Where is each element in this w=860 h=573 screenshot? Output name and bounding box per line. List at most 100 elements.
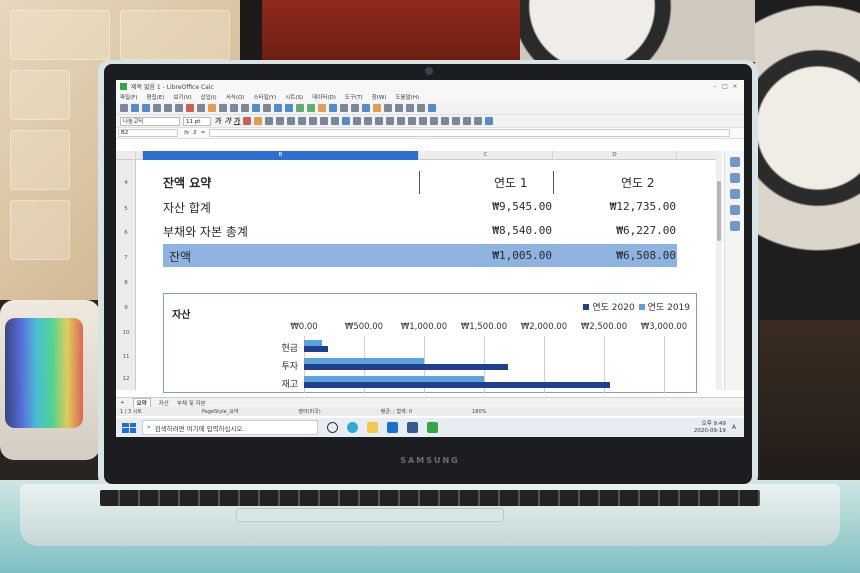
year1-header[interactable]: 연도 1 xyxy=(494,174,528,191)
store-icon[interactable] xyxy=(407,422,418,433)
pivot-table-icon[interactable] xyxy=(340,104,348,112)
minimize-icon[interactable]: – xyxy=(710,83,720,90)
clone-format-icon[interactable] xyxy=(219,104,227,112)
open-icon[interactable] xyxy=(131,104,139,112)
add-decimal-icon[interactable] xyxy=(408,117,417,125)
menu-view[interactable]: 보기(V) xyxy=(173,93,191,101)
function-wizard-icon[interactable]: fx xyxy=(184,130,189,136)
menu-insert[interactable]: 삽입(I) xyxy=(201,93,217,101)
redo-icon[interactable] xyxy=(241,104,249,112)
row-header[interactable]: 7 xyxy=(116,255,136,261)
menu-sheet[interactable]: 시트(S) xyxy=(285,93,303,101)
date-icon[interactable] xyxy=(397,117,406,125)
conditional-icon[interactable] xyxy=(485,117,494,125)
row-value-year1[interactable]: ₩1,005.00 xyxy=(436,249,552,262)
row-value-year2[interactable]: ₩6,508.00 xyxy=(556,249,676,262)
find-replace-icon[interactable] xyxy=(252,104,260,112)
row-label[interactable]: 부채와 자본 총계 xyxy=(163,223,248,240)
define-print-area-icon[interactable] xyxy=(395,104,403,112)
percent-icon[interactable] xyxy=(375,117,384,125)
row-header[interactable]: 8 xyxy=(116,280,136,286)
row-icon[interactable] xyxy=(274,104,282,112)
italic-button[interactable]: 가 xyxy=(224,116,230,126)
chart-icon[interactable] xyxy=(329,104,337,112)
functions-icon[interactable] xyxy=(729,221,740,231)
row-label[interactable]: 잔액 xyxy=(169,248,191,265)
align-middle-icon[interactable] xyxy=(342,117,351,125)
number-icon[interactable] xyxy=(386,117,395,125)
export-pdf-icon[interactable] xyxy=(153,104,161,112)
autofilter-icon[interactable] xyxy=(307,104,315,112)
bar-1-1[interactable] xyxy=(304,358,424,364)
comment-icon[interactable] xyxy=(373,104,381,112)
bold-button[interactable]: 가 xyxy=(215,116,221,126)
zoom-level[interactable]: 180% xyxy=(472,409,486,415)
sheet-grid[interactable]: 잔액 요약 연도 1 연도 2 자산 합계 ₩9,545.00 ₩12,735.… xyxy=(136,160,716,393)
header-footer-icon[interactable] xyxy=(384,104,392,112)
name-box[interactable]: B2 xyxy=(118,129,178,137)
row-value-year1[interactable]: ₩8,540.00 xyxy=(436,224,552,237)
copy-icon[interactable] xyxy=(197,104,205,112)
file-explorer-icon[interactable] xyxy=(367,422,378,433)
assets-chart[interactable]: 자산 연도 2020 연도 2019 ₩0.00 ₩500.00 ₩1,000.00… xyxy=(163,293,697,393)
row-header[interactable]: 11 xyxy=(116,354,136,360)
border-style-icon[interactable] xyxy=(463,117,472,125)
navigator-icon[interactable] xyxy=(729,205,740,215)
scrollbar-thumb[interactable] xyxy=(717,181,721,241)
corner-select[interactable] xyxy=(116,151,136,160)
tab-summary[interactable]: 요약 xyxy=(132,397,151,408)
align-left-icon[interactable] xyxy=(265,117,274,125)
row-value-year2[interactable]: ₩12,735.00 xyxy=(556,200,676,213)
menu-help[interactable]: 도움말(H) xyxy=(396,93,420,101)
align-center-icon[interactable] xyxy=(276,117,285,125)
tab-assets[interactable]: 자산 xyxy=(159,399,169,407)
column-icon[interactable] xyxy=(285,104,293,112)
spelling-icon[interactable] xyxy=(263,104,271,112)
save-icon[interactable] xyxy=(142,104,150,112)
close-icon[interactable]: × xyxy=(730,83,740,90)
row-header[interactable]: 12 xyxy=(116,376,136,382)
underline-button[interactable]: 가 xyxy=(234,116,240,126)
maximize-icon[interactable]: □ xyxy=(720,83,730,90)
menu-file[interactable]: 파일(F) xyxy=(120,93,138,101)
increase-indent-icon[interactable] xyxy=(430,117,439,125)
paste-icon[interactable] xyxy=(208,104,216,112)
menu-format[interactable]: 서식(O) xyxy=(226,93,245,101)
windows-start-icon[interactable] xyxy=(122,422,136,433)
merge-cells-icon[interactable] xyxy=(320,117,329,125)
print-preview-icon[interactable] xyxy=(175,104,183,112)
column-header-d[interactable]: D xyxy=(553,151,677,160)
border-color-icon[interactable] xyxy=(474,117,483,125)
formula-icon[interactable]: = xyxy=(201,130,206,136)
undo-icon[interactable] xyxy=(230,104,238,112)
bar-0-1[interactable] xyxy=(304,340,322,346)
taskbar-search-input[interactable]: ⌕ 검색하려면 여기에 입력하십시오. xyxy=(142,420,318,435)
currency-icon[interactable] xyxy=(364,117,373,125)
freeze-icon[interactable] xyxy=(406,104,414,112)
properties-icon[interactable] xyxy=(729,157,740,167)
formula-input[interactable] xyxy=(209,129,730,137)
split-window-icon[interactable] xyxy=(417,104,425,112)
row-header[interactable]: 10 xyxy=(116,330,136,336)
menu-tools[interactable]: 도구(T) xyxy=(345,93,363,101)
add-sheet-button[interactable]: + xyxy=(120,400,125,406)
hyperlink-icon[interactable] xyxy=(362,104,370,112)
wrap-text-icon[interactable] xyxy=(309,117,318,125)
styles-icon[interactable] xyxy=(729,173,740,183)
bar-0-0[interactable] xyxy=(304,346,328,352)
bar-2-1[interactable] xyxy=(304,376,484,382)
align-top-icon[interactable] xyxy=(331,117,340,125)
libreoffice-calc-icon[interactable] xyxy=(427,422,438,433)
print-icon[interactable] xyxy=(164,104,172,112)
task-view-icon[interactable] xyxy=(327,422,338,433)
row-value-year1[interactable]: ₩9,545.00 xyxy=(436,200,552,213)
column-header-a[interactable] xyxy=(136,151,143,160)
tab-liabilities[interactable]: 부채 및 자본 xyxy=(177,399,206,407)
background-color-icon[interactable] xyxy=(254,117,263,125)
align-right-icon[interactable] xyxy=(287,117,296,125)
menu-window[interactable]: 창(W) xyxy=(372,93,387,101)
row-value-year2[interactable]: ₩6,227.00 xyxy=(556,224,676,237)
mail-icon[interactable] xyxy=(387,422,398,433)
row-header[interactable]: 9 xyxy=(116,305,136,311)
borders-icon[interactable] xyxy=(452,117,461,125)
